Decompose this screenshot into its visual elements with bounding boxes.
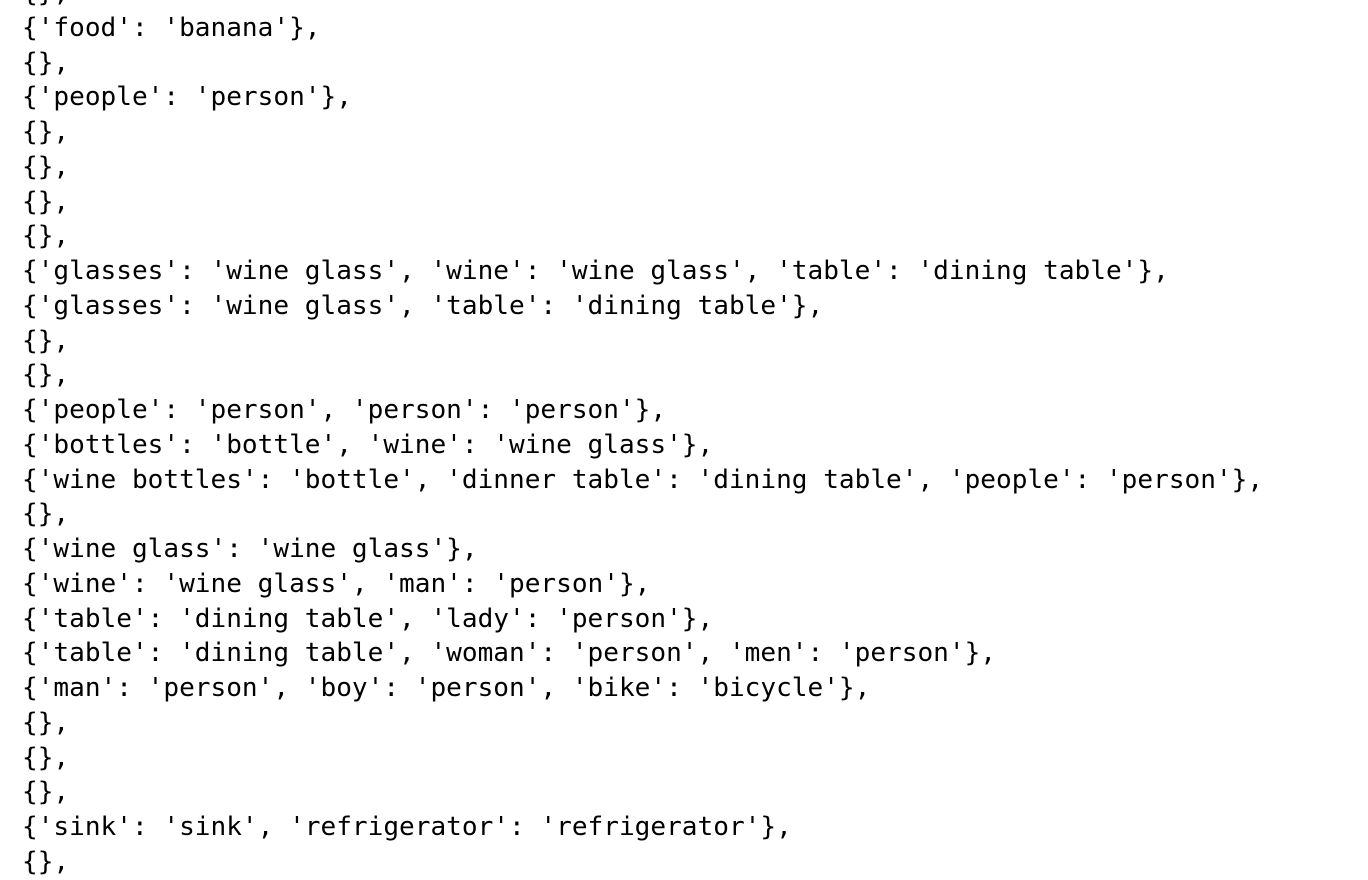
output-line: {'glasses': 'wine glass', 'table': 'dini… — [22, 290, 824, 321]
output-line: {'food': 'banana'}, — [22, 12, 321, 43]
output-line: {}, — [22, 117, 70, 147]
output-line: {'bottles': 'bottle', 'wine': 'wine glas… — [22, 429, 714, 460]
output-line: {}, — [22, 777, 70, 808]
output-line: {'man': 'person', 'boy': 'person', 'bike… — [22, 673, 871, 703]
output-line: {}, — [22, 151, 70, 182]
output-line: {}, — [22, 742, 70, 773]
output-line: {'wine glass': 'wine glass'}, — [22, 534, 478, 564]
output-line: {'glasses': 'wine glass', 'wine': 'wine … — [22, 256, 1169, 286]
output-line: {'wine bottles': 'bottle', 'dinner table… — [22, 464, 1264, 495]
text-output: {}, {'food': 'banana'}, {}, {'people': '… — [22, 0, 1263, 880]
output-line: {}, — [22, 707, 70, 738]
output-line: {}, — [22, 221, 70, 252]
output-line: {'sink': 'sink', 'refrigerator': 'refrig… — [22, 812, 792, 842]
output-line: {'wine': 'wine glass', 'man': 'person'}, — [22, 568, 651, 599]
output-line: {'table': 'dining table', 'lady': 'perso… — [22, 603, 714, 634]
output-line: {}, — [22, 325, 70, 356]
output-line: {'people': 'person'}, — [22, 82, 352, 113]
output-line: {}, — [22, 360, 70, 391]
output-line: {'people': 'person', 'person': 'person'}… — [22, 395, 667, 425]
output-line: {}, — [22, 0, 1263, 11]
output-line: {'table': 'dining table', 'woman': 'pers… — [22, 638, 997, 669]
output-line: {}, — [22, 47, 70, 78]
output-line: {}, — [22, 499, 70, 530]
output-line: {}, — [22, 186, 70, 217]
